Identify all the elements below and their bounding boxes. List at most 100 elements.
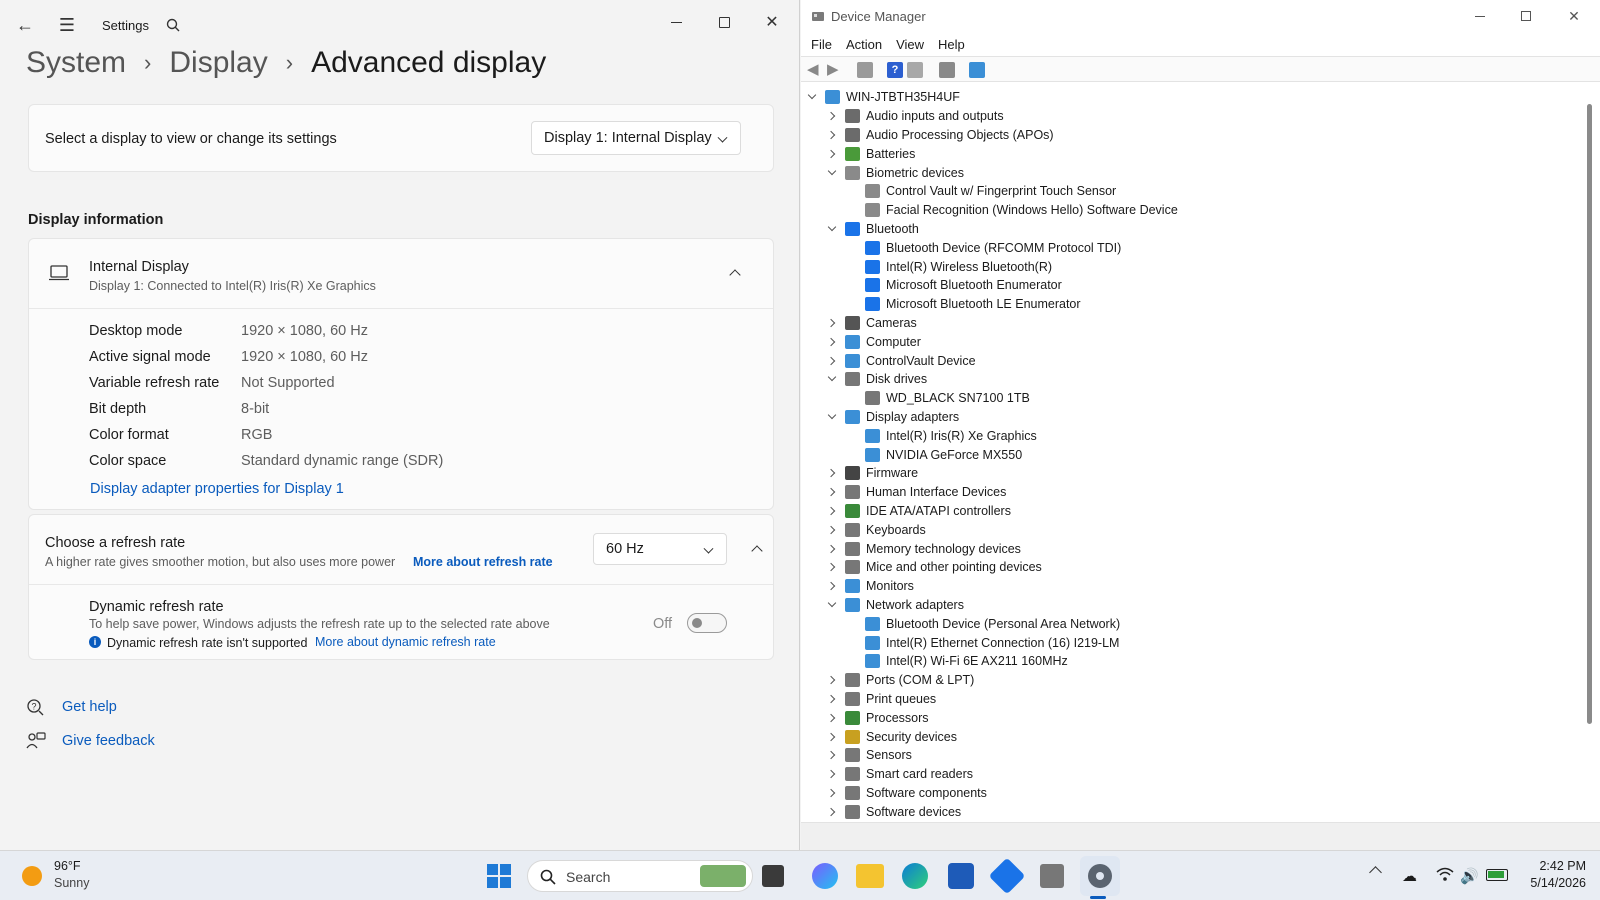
weather-temp[interactable]: 96°F: [54, 859, 81, 873]
expander-collapsed-icon[interactable]: [827, 468, 837, 478]
chevron-up-icon[interactable]: [751, 545, 763, 557]
expander-collapsed-icon[interactable]: [827, 562, 837, 572]
dynamic-refresh-link[interactable]: More about dynamic refresh rate: [315, 635, 496, 649]
tree-category[interactable]: Firmware: [827, 464, 918, 483]
volume-icon[interactable]: 🔊: [1460, 867, 1479, 885]
display-select-dropdown[interactable]: Display 1: Internal Display: [531, 121, 741, 155]
menu-action[interactable]: Action: [846, 37, 882, 52]
adapter-properties-link[interactable]: Display adapter properties for Display 1: [90, 481, 344, 497]
expander-collapsed-icon[interactable]: [827, 788, 837, 798]
settings-taskbar-active[interactable]: [1080, 856, 1120, 896]
expander-collapsed-icon[interactable]: [827, 694, 837, 704]
expander-collapsed-icon[interactable]: [827, 487, 837, 497]
menu-file[interactable]: File: [811, 37, 832, 52]
maximize-button[interactable]: [712, 10, 736, 34]
vertical-scrollbar[interactable]: [1587, 104, 1592, 724]
tree-device[interactable]: Facial Recognition (Windows Hello) Softw…: [847, 201, 1178, 220]
tree-device[interactable]: WD_BLACK SN7100 1TB: [847, 389, 1030, 408]
horizontal-scrollbar[interactable]: [801, 822, 1600, 850]
maximize-button[interactable]: [1515, 6, 1537, 26]
expander-expanded-icon[interactable]: [827, 412, 837, 422]
back-arrow-icon[interactable]: ◀: [807, 62, 823, 78]
menu-help[interactable]: Help: [938, 37, 965, 52]
expander-collapsed-icon[interactable]: [827, 506, 837, 516]
expander-collapsed-icon[interactable]: [827, 337, 837, 347]
tree-category[interactable]: Software components: [827, 784, 987, 803]
app-diamond-icon[interactable]: [988, 857, 1026, 895]
menu-view[interactable]: View: [896, 37, 924, 52]
file-explorer-icon[interactable]: [856, 864, 884, 888]
cloud-off-icon[interactable]: ☁: [1402, 867, 1417, 885]
expander-collapsed-icon[interactable]: [827, 356, 837, 366]
store-icon[interactable]: [948, 863, 974, 889]
clock-date[interactable]: 5/14/2026: [1522, 876, 1586, 890]
tree-device[interactable]: Bluetooth Device (Personal Area Network): [847, 614, 1120, 633]
tree-category[interactable]: Cameras: [827, 314, 917, 333]
task-view-icon[interactable]: [762, 865, 784, 887]
tree-category[interactable]: Keyboards: [827, 520, 926, 539]
taskbar-search-box[interactable]: Search: [527, 860, 753, 892]
expander-expanded-icon[interactable]: [827, 168, 837, 178]
tree-device[interactable]: Microsoft Bluetooth Enumerator: [847, 276, 1062, 295]
scan-hardware-icon[interactable]: [939, 62, 955, 78]
breadcrumb-display[interactable]: Display: [169, 46, 267, 80]
back-arrow-icon[interactable]: ←: [14, 14, 36, 36]
display-info-header[interactable]: Internal Display Display 1: Connected to…: [29, 239, 773, 309]
tree-category[interactable]: Monitors: [827, 577, 914, 596]
tree-device[interactable]: Intel(R) Iris(R) Xe Graphics: [847, 426, 1037, 445]
tree-category[interactable]: Disk drives: [827, 370, 927, 389]
give-feedback-link[interactable]: Give feedback: [62, 733, 155, 749]
view-icon[interactable]: [907, 62, 923, 78]
tree-category[interactable]: Print queues: [827, 690, 936, 709]
hamburger-menu-icon[interactable]: ☰: [56, 14, 78, 36]
tree-root[interactable]: WIN-JTBTH35H4UF: [807, 88, 960, 107]
search-icon[interactable]: [162, 14, 184, 36]
expander-collapsed-icon[interactable]: [827, 318, 837, 328]
tree-category[interactable]: Smart card readers: [827, 765, 973, 784]
edge-icon[interactable]: [902, 863, 928, 889]
dynamic-refresh-toggle[interactable]: [687, 613, 727, 633]
monitor-icon[interactable]: [969, 62, 985, 78]
properties-sheet-icon[interactable]: [857, 62, 873, 78]
tree-device[interactable]: Bluetooth Device (RFCOMM Protocol TDI): [847, 238, 1121, 257]
tree-category[interactable]: Sensors: [827, 746, 912, 765]
tree-category[interactable]: Audio Processing Objects (APOs): [827, 126, 1054, 145]
tree-category[interactable]: Software devices: [827, 802, 961, 821]
refresh-rate-link[interactable]: More about refresh rate: [413, 555, 553, 569]
tree-category[interactable]: Processors: [827, 708, 929, 727]
tree-category[interactable]: Computer: [827, 332, 921, 351]
tree-category[interactable]: ControlVault Device: [827, 351, 976, 370]
tree-category[interactable]: Mice and other pointing devices: [827, 558, 1042, 577]
close-button[interactable]: ✕: [760, 10, 784, 34]
expander-expanded-icon[interactable]: [827, 374, 837, 384]
tree-category[interactable]: IDE ATA/ATAPI controllers: [827, 502, 1011, 521]
tree-category[interactable]: Audio inputs and outputs: [827, 107, 1004, 126]
tree-category[interactable]: Batteries: [827, 144, 915, 163]
minimize-button[interactable]: [1469, 6, 1491, 26]
expander-collapsed-icon[interactable]: [827, 675, 837, 685]
refresh-rate-dropdown[interactable]: 60 Hz: [593, 533, 727, 565]
tree-device[interactable]: Intel(R) Wi-Fi 6E AX211 160MHz: [847, 652, 1068, 671]
expander-collapsed-icon[interactable]: [827, 807, 837, 817]
expander-collapsed-icon[interactable]: [827, 544, 837, 554]
expander-expanded-icon[interactable]: [827, 600, 837, 610]
tree-category[interactable]: Bluetooth: [827, 220, 919, 239]
chevron-up-icon[interactable]: [729, 269, 741, 281]
expander-collapsed-icon[interactable]: [827, 111, 837, 121]
close-button[interactable]: ✕: [1563, 6, 1585, 26]
tree-category[interactable]: Biometric devices: [827, 163, 964, 182]
weather-desc[interactable]: Sunny: [54, 876, 89, 890]
wifi-icon[interactable]: [1436, 866, 1454, 886]
expander-collapsed-icon[interactable]: [827, 750, 837, 760]
windows-start-icon[interactable]: [486, 863, 512, 889]
battery-icon[interactable]: [1486, 869, 1508, 881]
expander-collapsed-icon[interactable]: [827, 713, 837, 723]
breadcrumb-system[interactable]: System: [26, 46, 126, 80]
expander-collapsed-icon[interactable]: [827, 732, 837, 742]
expander-collapsed-icon[interactable]: [827, 525, 837, 535]
expander-collapsed-icon[interactable]: [827, 769, 837, 779]
tree-category[interactable]: Human Interface Devices: [827, 483, 1006, 502]
tree-device[interactable]: NVIDIA GeForce MX550: [847, 445, 1022, 464]
copilot-icon[interactable]: [812, 863, 838, 889]
expander-expanded-icon[interactable]: [807, 92, 817, 102]
